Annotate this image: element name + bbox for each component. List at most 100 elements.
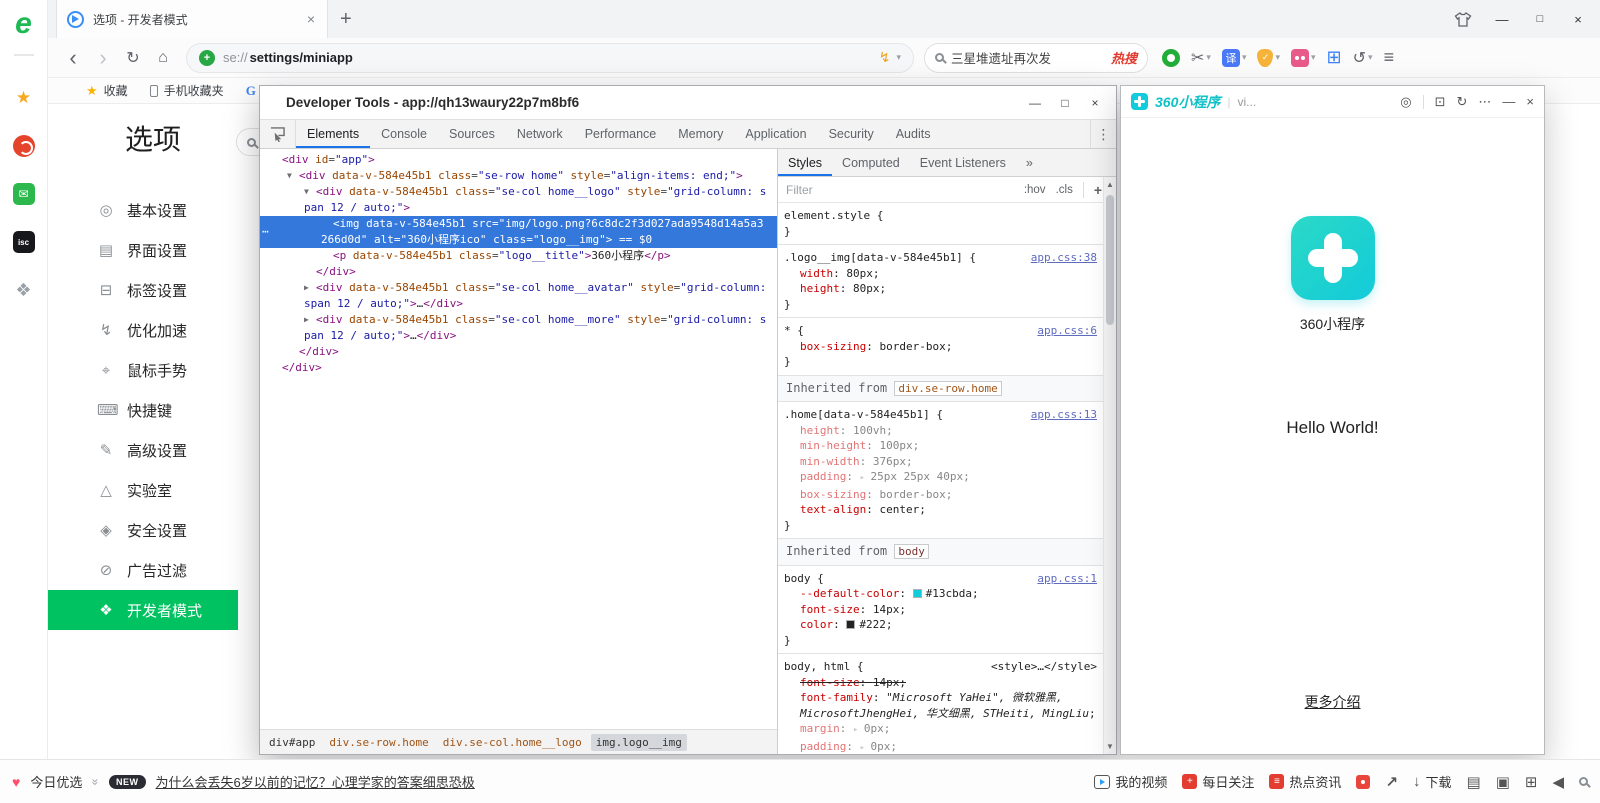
search-box[interactable]: 热搜: [924, 43, 1148, 73]
color-swatch[interactable]: [913, 589, 922, 598]
dom-tree-node[interactable]: </div>: [260, 264, 777, 280]
devtools-tab-console[interactable]: Console: [370, 120, 438, 148]
new-tab-button[interactable]: +: [340, 9, 352, 29]
breadcrumb-item[interactable]: div#app: [264, 734, 320, 751]
chevron-down-icon[interactable]: ▾: [1242, 52, 1247, 63]
stylesheet-link[interactable]: app.css:1: [1037, 571, 1097, 587]
css-property[interactable]: min-height: 100px;: [784, 438, 1097, 454]
close-icon[interactable]: ×: [1526, 94, 1534, 109]
devtools-tab-performance[interactable]: Performance: [574, 120, 668, 148]
games-tool[interactable]: ▾: [1291, 49, 1316, 67]
new-style-rule-button[interactable]: +: [1083, 182, 1102, 198]
inherited-node-link[interactable]: body: [894, 544, 929, 559]
stylesheet-link[interactable]: app.css:13: [1031, 407, 1097, 423]
css-property[interactable]: text-align: center;: [784, 502, 1097, 518]
miniapp-titlebar[interactable]: 360小程序 | vi... ◎ ⊡ ↻ ⋯ — ×: [1121, 86, 1544, 118]
css-property[interactable]: font-size: 14px;: [784, 675, 1097, 691]
expand-icon[interactable]: ▶: [304, 312, 316, 328]
devtools-tab-elements[interactable]: Elements: [296, 120, 370, 148]
hot-news-button[interactable]: ≡ 热点资讯: [1269, 772, 1341, 791]
css-property[interactable]: padding: ▸ 0px;: [784, 739, 1097, 755]
search-icon[interactable]: [1579, 777, 1588, 786]
maximize-button[interactable]: □: [1522, 4, 1558, 34]
dom-tree-node[interactable]: <div id="app">: [260, 152, 777, 168]
browser-logo[interactable]: e: [9, 10, 39, 40]
miniapp-dock-icon[interactable]: ❖: [11, 277, 37, 303]
sidebar-item-开发者模式[interactable]: ❖开发者模式: [48, 590, 238, 630]
shield-icon[interactable]: ✓: [1257, 49, 1273, 67]
close-button[interactable]: ×: [1560, 4, 1596, 34]
breadcrumb-item[interactable]: img.logo__img: [591, 734, 687, 751]
cls-toggle[interactable]: .cls: [1056, 184, 1073, 196]
chevron-down-icon[interactable]: ▾: [1275, 52, 1280, 63]
devtools-titlebar[interactable]: Developer Tools - app://qh13waury22p7m8b…: [260, 86, 1116, 119]
css-property[interactable]: color: #222;: [784, 617, 1097, 633]
undo-tool[interactable]: ↺▾: [1353, 48, 1373, 68]
devtools-tab-security[interactable]: Security: [818, 120, 885, 148]
hot-search-label[interactable]: 热搜: [1111, 48, 1137, 67]
security-tool[interactable]: ✓▾: [1257, 49, 1280, 67]
sidebar-item-高级设置[interactable]: ✎高级设置: [48, 430, 238, 470]
isc-icon[interactable]: isc: [13, 231, 35, 253]
css-property[interactable]: --default-color: #13cbda;: [784, 586, 1097, 602]
sidebar-item-优化加速[interactable]: ↯优化加速: [48, 310, 238, 350]
css-property[interactable]: min-width: 376px;: [784, 454, 1097, 470]
address-dropdown-icon[interactable]: ▾: [896, 52, 901, 63]
styles-tab--[interactable]: »: [1016, 149, 1043, 176]
hov-toggle[interactable]: :hov: [1024, 184, 1046, 196]
bookmark-mobile-favorites[interactable]: 手机收藏夹: [150, 82, 224, 99]
promo-icon[interactable]: [1356, 775, 1370, 789]
scroll-down-icon[interactable]: ▼: [1106, 742, 1114, 751]
bookmark-favorites[interactable]: ★ 收藏: [86, 82, 128, 99]
styles-tab-event-listeners[interactable]: Event Listeners: [910, 149, 1016, 176]
collapse-icon[interactable]: ▼: [287, 168, 299, 184]
daily-follow-button[interactable]: + 每日关注: [1182, 772, 1254, 791]
more-icon[interactable]: ⋯: [1478, 94, 1491, 110]
devtools-tab-sources[interactable]: Sources: [438, 120, 506, 148]
refresh-icon[interactable]: ↻: [1457, 94, 1468, 110]
scroll-up-icon[interactable]: ▲: [1106, 180, 1114, 189]
search-input[interactable]: [951, 51, 1071, 65]
collapse-icon[interactable]: ▼: [304, 184, 316, 200]
dom-tree-node[interactable]: <p data-v-584e45b1 class="logo__title">3…: [260, 248, 777, 264]
css-property[interactable]: box-sizing: border-box;: [784, 487, 1097, 503]
sidebar-item-广告过滤[interactable]: ⊘广告过滤: [48, 550, 238, 590]
devtools-close-button[interactable]: ×: [1080, 91, 1110, 115]
inherited-node-link[interactable]: div.se-row.home: [894, 381, 1001, 396]
address-bar[interactable]: + se:// settings/miniapp ↯ ▾: [186, 43, 914, 73]
printer-icon[interactable]: ▤: [1467, 773, 1481, 791]
styles-tab-computed[interactable]: Computed: [832, 149, 910, 176]
css-property[interactable]: height: 80px;: [784, 281, 1097, 297]
expand-icon[interactable]: ▶: [304, 280, 316, 296]
color-swatch[interactable]: [846, 620, 855, 629]
package-icon[interactable]: ▣: [1496, 773, 1510, 791]
locate-icon[interactable]: ◎: [1400, 94, 1411, 110]
back-button[interactable]: ‹: [58, 43, 88, 73]
tab-close-icon[interactable]: ×: [305, 11, 317, 27]
more-actions-icon[interactable]: ⋯: [262, 224, 270, 240]
devtools-more-icon[interactable]: ⋮: [1090, 120, 1116, 148]
chevron-down-icon[interactable]: ▾: [1311, 52, 1316, 63]
daily-picks-label[interactable]: 今日优选: [30, 772, 82, 791]
speaker-icon[interactable]: ◀: [1552, 773, 1564, 791]
breadcrumb-item[interactable]: div.se-col.home__logo: [438, 734, 587, 751]
devtools-tab-memory[interactable]: Memory: [667, 120, 734, 148]
devtools-tab-audits[interactable]: Audits: [885, 120, 942, 148]
css-property[interactable]: padding: ▸ 25px 25px 40px;: [784, 469, 1097, 487]
translate-icon[interactable]: 译: [1222, 49, 1240, 67]
sidebar-item-基本设置[interactable]: ◎基本设置: [48, 190, 238, 230]
dom-tree-node[interactable]: ▼<div data-v-584e45b1 class="se-row home…: [260, 168, 777, 184]
scrollbar-thumb[interactable]: [1106, 195, 1114, 325]
forward-button[interactable]: ›: [88, 43, 118, 73]
scissors-icon[interactable]: ✂: [1191, 48, 1204, 68]
translate-tool[interactable]: 译▾: [1222, 49, 1247, 67]
dom-tree-node[interactable]: ▼<div data-v-584e45b1 class="se-col home…: [260, 184, 777, 216]
devtools-tab-network[interactable]: Network: [506, 120, 574, 148]
styles-filter-input[interactable]: [786, 183, 1014, 197]
sidebar-item-安全设置[interactable]: ◈安全设置: [48, 510, 238, 550]
mail-icon[interactable]: ✉: [13, 183, 35, 205]
css-property[interactable]: font-size: 14px;: [784, 602, 1097, 618]
sidebar-item-标签设置[interactable]: ⊟标签设置: [48, 270, 238, 310]
theme-skin-icon[interactable]: [1454, 12, 1472, 27]
apps-grid-icon[interactable]: ⊞: [1327, 47, 1342, 68]
